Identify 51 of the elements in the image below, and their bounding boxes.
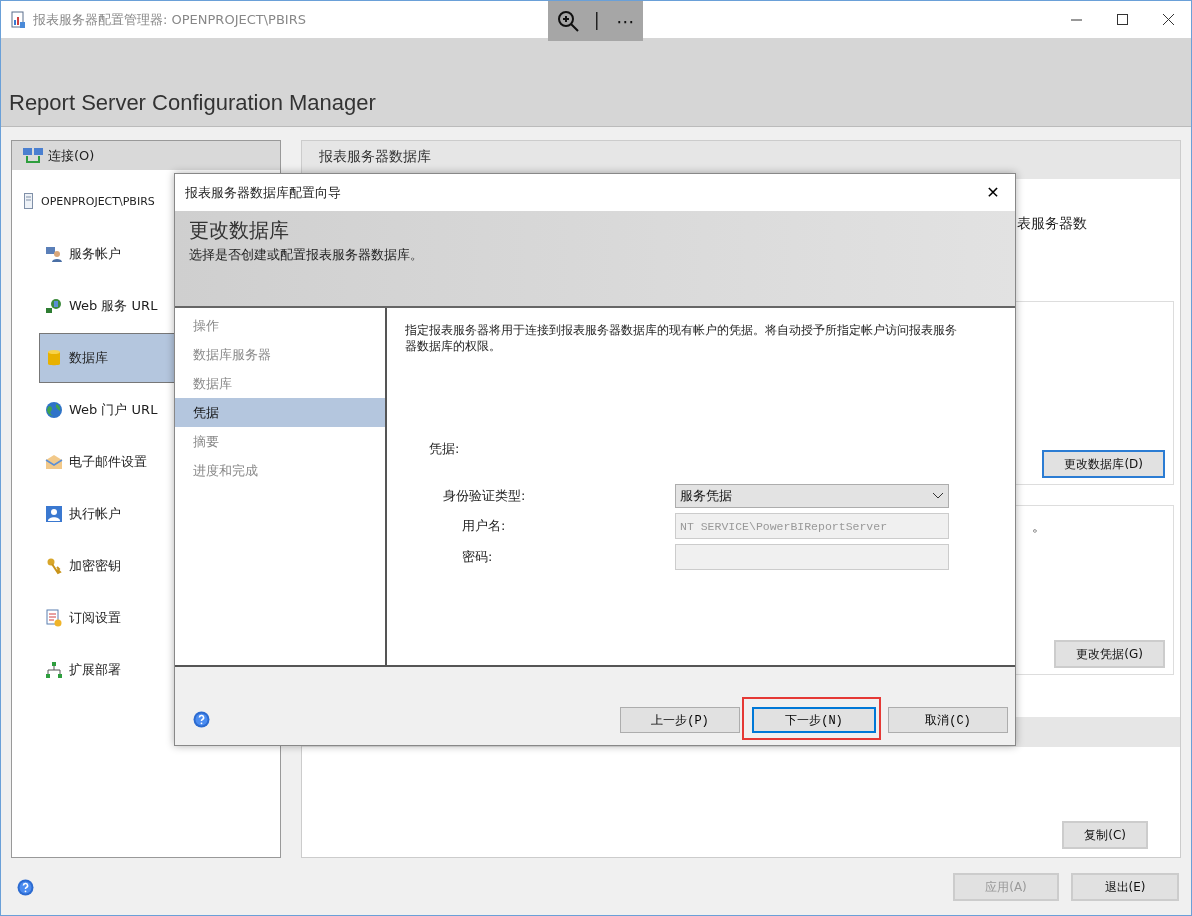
change-database-button[interactable]: 更改数据库(D): [1042, 450, 1165, 478]
close-button[interactable]: ✕: [971, 174, 1015, 211]
page-subheading: 选择是否创建或配置报表服务器数据库。: [189, 246, 424, 264]
connect-icon: [22, 146, 44, 165]
nav-item[interactable]: 扩展部署: [39, 645, 280, 695]
close-icon[interactable]: [1162, 14, 1174, 25]
mail-icon: [45, 453, 63, 471]
description-text: 。: [1032, 518, 1046, 536]
cancel-button[interactable]: 取消(C): [888, 707, 1008, 733]
server-name[interactable]: OPENPROJECT\PBIRS: [41, 194, 155, 208]
document-icon: [45, 609, 63, 627]
network-icon: [45, 297, 63, 315]
zoom-in-icon[interactable]: [556, 10, 579, 32]
server-icon: [24, 193, 33, 209]
field-label: 用户名:: [461, 517, 507, 535]
hierarchy-icon: [45, 661, 63, 679]
wizard-step[interactable]: 凭据: [175, 398, 385, 427]
page-heading: 更改数据库: [189, 217, 290, 244]
wizard-step[interactable]: 进度和完成: [175, 456, 385, 485]
change-credentials-button[interactable]: 更改凭据(G): [1054, 640, 1165, 668]
nav-item[interactable]: 订阅设置: [39, 593, 280, 643]
dialog-title: 报表服务器数据库配置向导: [185, 183, 341, 202]
window-title: 报表服务器配置管理器: OPENPROJECT\PBIRS: [33, 10, 306, 29]
field-label: 密码:: [461, 548, 494, 566]
user-computer-icon: [45, 245, 63, 263]
field-label: 身份验证类型:: [442, 487, 527, 505]
back-button[interactable]: 上一步(P): [620, 707, 740, 733]
banner-title: Report Server Configuration Manager: [9, 90, 376, 116]
user-icon: [45, 505, 63, 523]
key-icon: [45, 557, 63, 575]
auth-type-dropdown[interactable]: 服务凭据: [675, 484, 949, 508]
separator-icon: [596, 12, 599, 30]
chevron-down-icon: [932, 492, 944, 500]
help-icon[interactable]: [17, 878, 34, 896]
database-icon: [45, 349, 63, 367]
description-text: 表服务器数: [1017, 215, 1087, 233]
panel-title: 报表服务器数据库: [319, 148, 431, 166]
exit-button[interactable]: 退出(E): [1071, 873, 1179, 901]
more-button[interactable]: ⋯: [616, 10, 635, 32]
report-app-icon: [11, 10, 27, 29]
section-label: 凭据:: [429, 440, 461, 458]
help-icon[interactable]: [193, 711, 210, 728]
instruction-text: 指定报表服务器将用于连接到报表服务器数据库的现有帐户的凭据。将自动授予所指定帐户访问报表服务器数据库的权限。: [405, 322, 958, 354]
connect-button[interactable]: 连接(O): [12, 141, 280, 170]
wizard-step[interactable]: 摘要: [175, 427, 385, 456]
maximize-icon[interactable]: [1116, 14, 1128, 25]
globe-icon: [45, 401, 63, 419]
nav-item[interactable]: 执行帐户: [39, 489, 280, 539]
next-button[interactable]: 下一步(N): [752, 707, 876, 733]
nav-item[interactable]: 加密密钥: [39, 541, 280, 591]
copy-button[interactable]: 复制(C): [1062, 821, 1148, 849]
